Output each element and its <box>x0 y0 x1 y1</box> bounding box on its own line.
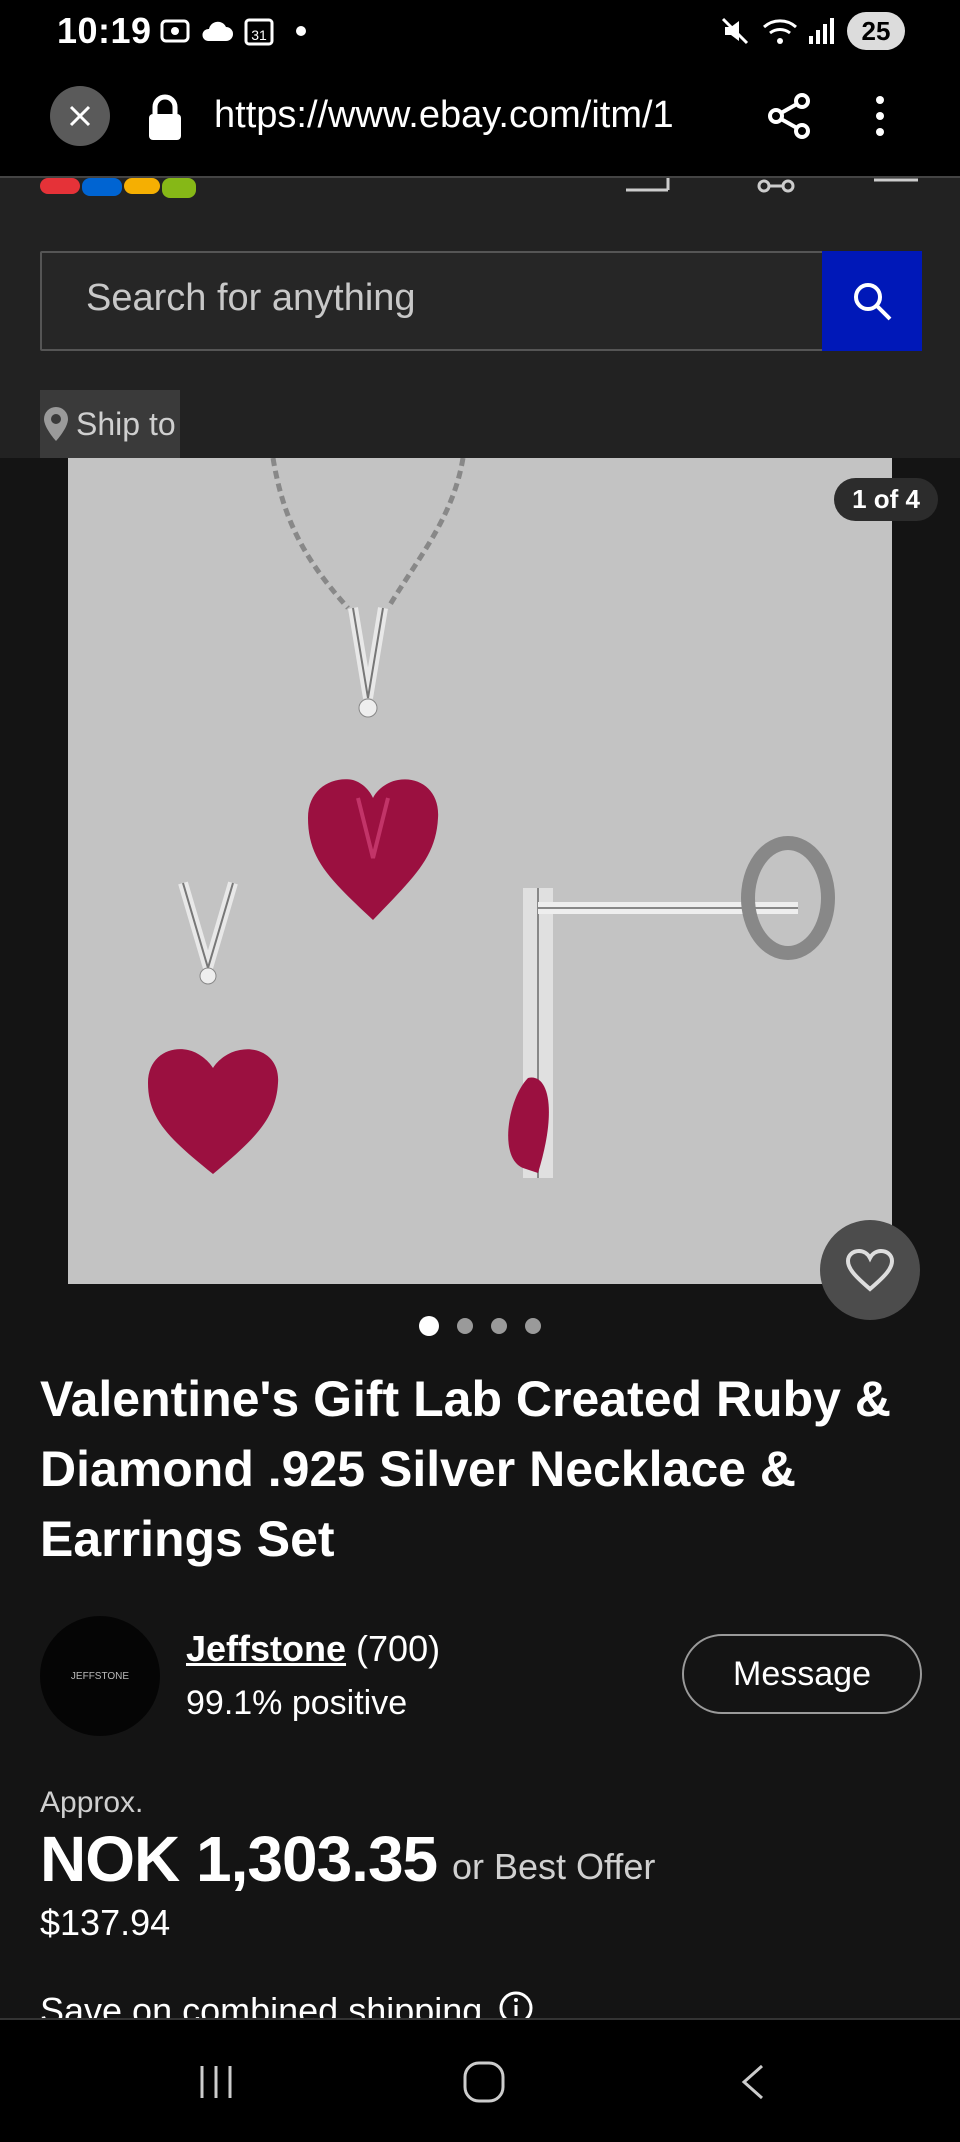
location-pin-icon <box>44 407 68 441</box>
gallery-pagination <box>0 1316 960 1336</box>
home-icon[interactable] <box>462 2060 506 2109</box>
combined-shipping-label: Save on combined shipping <box>40 1990 483 2020</box>
seller-info: Jeffstone (700) <box>186 1628 440 1670</box>
price-usd: $137.94 <box>40 1902 171 1943</box>
search-icon <box>854 283 892 321</box>
battery-indicator: 25 <box>847 12 905 50</box>
watchlist-button[interactable] <box>820 1220 920 1320</box>
price-amount: NOK 1,303.35 <box>40 1823 438 1895</box>
best-offer-label: or Best Offer <box>452 1846 656 1887</box>
search-placeholder: Search for anything <box>86 277 416 319</box>
url-field[interactable]: https://www.ebay.com/itm/1 <box>214 94 730 137</box>
seller-positive-rating: 99.1% positive <box>186 1684 408 1722</box>
clock: 10:19 <box>57 10 152 51</box>
message-button[interactable]: Message <box>682 1634 922 1714</box>
wifi-icon <box>760 14 800 48</box>
calendar-icon: 31 <box>242 14 276 48</box>
seller-avatar[interactable]: JEFFSTONE <box>40 1616 160 1736</box>
seller-feedback-count: (700) <box>356 1628 441 1669</box>
cart-icon[interactable] <box>624 178 670 194</box>
image-counter: 1 of 4 <box>834 478 938 521</box>
product-title: Valentine's Gift Lab Created Ruby & Diam… <box>40 1371 891 1567</box>
gallery-dot[interactable] <box>457 1318 473 1334</box>
info-icon[interactable] <box>498 1990 534 2020</box>
seller-logo-text: JEFFSTONE <box>70 1670 130 1682</box>
close-icon <box>69 105 91 127</box>
recent-apps-icon[interactable] <box>196 2062 236 2107</box>
system-nav-bar <box>0 2018 960 2142</box>
notification-dot-icon <box>294 14 308 48</box>
gallery-dot[interactable] <box>525 1318 541 1334</box>
gallery-dot[interactable] <box>419 1316 439 1336</box>
ebay-logo[interactable] <box>40 178 200 200</box>
more-options-icon[interactable] <box>870 92 890 145</box>
combined-shipping[interactable]: Save on combined shipping <box>40 1990 534 2020</box>
ship-to-label: Ship to <box>76 405 176 442</box>
search-button[interactable] <box>822 251 922 351</box>
approx-label: Approx. <box>40 1786 144 1819</box>
cloud-icon <box>200 14 234 48</box>
menu-icon[interactable] <box>872 172 920 182</box>
signal-icon <box>806 14 838 48</box>
account-icon[interactable] <box>756 178 796 194</box>
status-bar: 10:19 31 25 <box>0 0 960 66</box>
heart-icon <box>845 1248 895 1292</box>
screenshot-icon <box>158 14 192 48</box>
gallery-dot[interactable] <box>491 1318 507 1334</box>
svg-text:31: 31 <box>251 27 267 43</box>
search-input[interactable]: Search for anything <box>40 251 826 351</box>
ship-to-button[interactable]: Ship to <box>40 390 180 458</box>
seller-name-link[interactable]: Jeffstone <box>186 1628 346 1669</box>
close-tab-button[interactable] <box>50 86 110 146</box>
mute-icon <box>718 14 752 48</box>
product-image[interactable] <box>68 458 892 1284</box>
lock-icon[interactable] <box>146 94 184 147</box>
back-icon[interactable] <box>738 2062 768 2107</box>
share-icon[interactable] <box>766 92 812 145</box>
